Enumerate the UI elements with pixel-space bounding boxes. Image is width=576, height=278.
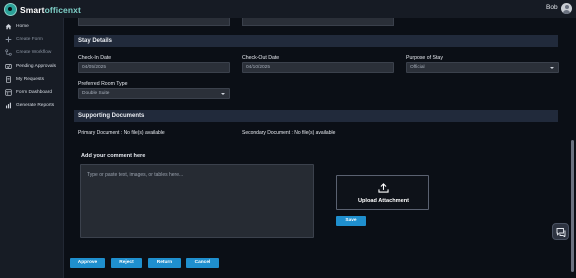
upload-icon [378, 183, 389, 193]
primary-document-status: Primary Document : No file(s) available [78, 130, 165, 136]
room-type-value: Double Suite [82, 91, 110, 96]
check-in-label: Check-In Date [78, 55, 112, 61]
sidebar-item-label: Create Workflow [16, 49, 52, 55]
sidebar-item-label: Form Dashboard [16, 89, 52, 95]
comment-editor[interactable]: Type or paste text, images, or tables he… [80, 164, 314, 238]
chevron-down-icon [550, 66, 554, 69]
reports-icon [5, 102, 12, 109]
upload-attachment-label: Upload Attachment [357, 198, 410, 204]
comment-label: Add your comment here [81, 153, 146, 159]
purpose-value: Official [410, 65, 425, 70]
user-name[interactable]: Bob [546, 4, 558, 11]
return-button[interactable]: Return [148, 258, 181, 268]
purpose-label: Purpose of Stay [406, 55, 443, 61]
room-type-label: Preferred Room Type [78, 81, 128, 87]
brand-mark-icon [4, 3, 17, 16]
purpose-select[interactable]: Official [406, 62, 559, 73]
sidebar-item-my-requests[interactable]: My Requests [0, 73, 64, 85]
sidebar-item-label: My Requests [16, 76, 44, 82]
sidebar-item-generate-reports[interactable]: Generate Reports [0, 99, 64, 111]
approve-button[interactable]: Approve [70, 258, 105, 268]
dashboard-icon [5, 88, 12, 96]
check-in-date-field[interactable]: 04/05/2025 [78, 62, 230, 73]
workflow-icon [5, 48, 12, 56]
chat-icon [556, 228, 566, 237]
brand-name-prefix: Smart [20, 4, 45, 15]
chevron-down-icon [221, 92, 225, 95]
cancel-button[interactable]: Cancel [186, 258, 219, 268]
top-bar: Smartofficenxt Bob [0, 0, 576, 18]
partial-field-left[interactable] [78, 18, 230, 26]
section-stay-details: Stay Details [74, 35, 558, 47]
requests-icon [5, 75, 12, 83]
check-out-date-field[interactable]: 04/10/2025 [242, 62, 394, 73]
reject-button[interactable]: Reject [111, 258, 142, 268]
partial-field-right[interactable] [242, 18, 394, 26]
room-type-select[interactable]: Double Suite [78, 88, 230, 99]
plus-icon [5, 36, 12, 43]
scrollbar[interactable] [571, 140, 574, 272]
sidebar-item-label: Create Form [16, 36, 43, 42]
home-icon [5, 23, 12, 30]
avatar[interactable] [561, 3, 572, 14]
section-supporting-documents: Supporting Documents [74, 110, 558, 122]
sidebar-item-create-form[interactable]: Create Form [0, 33, 64, 45]
sidebar: Home Create Form Create Workflow Pending… [0, 18, 64, 278]
secondary-document-status: Secondary Document : No file(s) availabl… [242, 130, 336, 136]
sidebar-item-home[interactable]: Home [0, 20, 64, 32]
sidebar-item-create-workflow[interactable]: Create Workflow [0, 46, 64, 58]
save-button[interactable]: Save [336, 216, 366, 226]
check-out-label: Check-Out Date [242, 55, 280, 61]
sidebar-item-label: Home [16, 23, 29, 29]
pending-icon [5, 63, 12, 70]
sidebar-item-pending-approvals[interactable]: Pending Approvals [0, 60, 64, 72]
chat-button[interactable] [552, 223, 569, 240]
sidebar-item-label: Generate Reports [16, 102, 55, 108]
brand-name-suffix: officenxt [44, 4, 81, 15]
upload-attachment-button[interactable]: Upload Attachment [336, 175, 429, 210]
sidebar-item-form-dashboard[interactable]: Form Dashboard [0, 86, 64, 98]
sidebar-item-label: Pending Approvals [16, 63, 57, 69]
brand-logo[interactable]: Smartofficenxt [4, 3, 81, 16]
